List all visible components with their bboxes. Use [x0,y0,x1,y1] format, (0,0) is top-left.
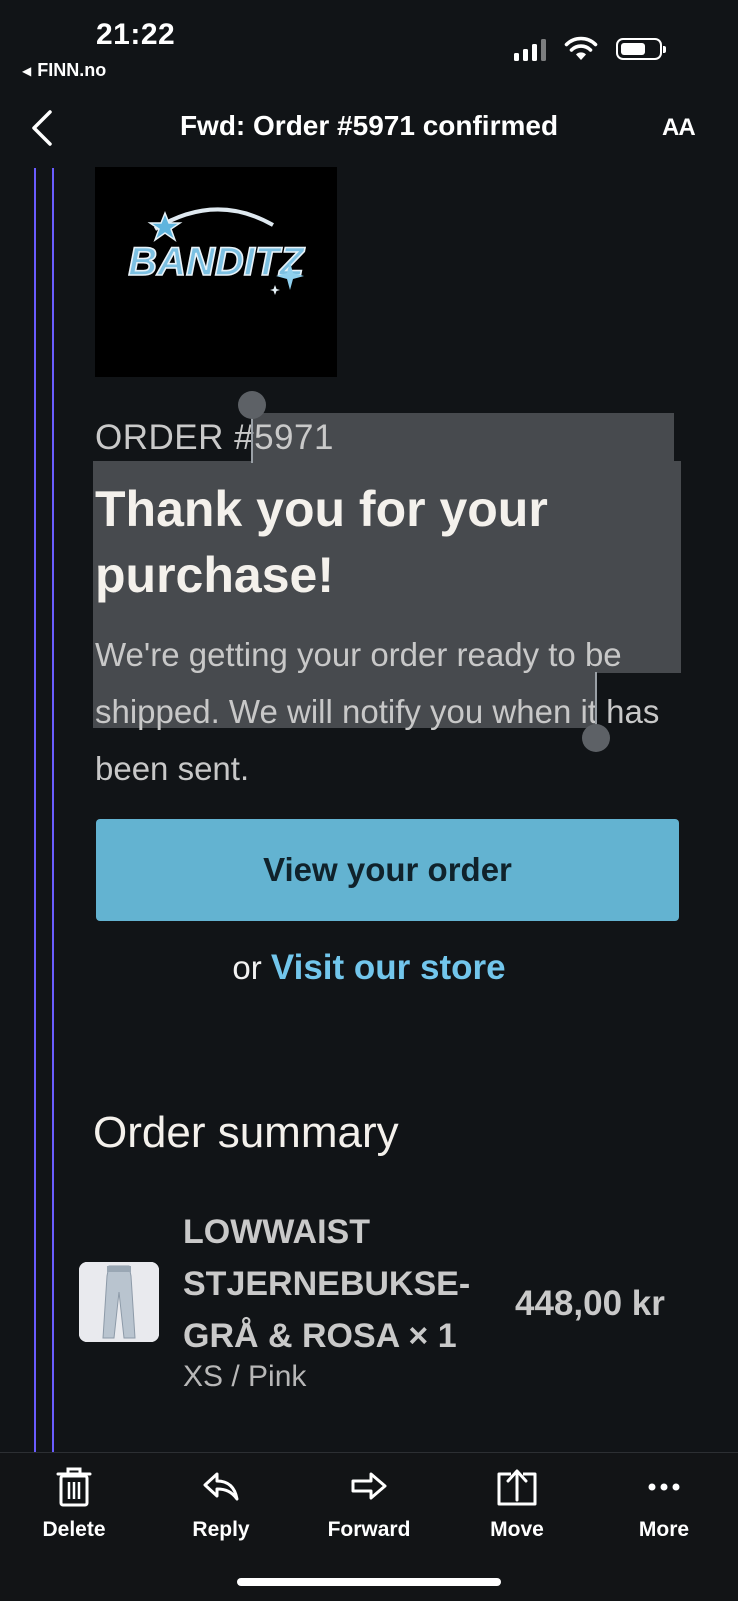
product-thumbnail[interactable] [79,1262,159,1342]
status-icons [514,36,666,62]
reply-label: Reply [192,1518,250,1541]
move-button[interactable]: Move [457,1466,577,1542]
back-triangle-icon: ◀ [22,63,32,78]
forward-button[interactable]: Forward [309,1466,429,1542]
forward-label: Forward [327,1518,411,1541]
forward-quote-line [34,168,36,1454]
visit-store-link[interactable]: Visit our store [271,948,506,987]
cellular-signal-icon [514,37,546,61]
back-to-app-link[interactable]: ◀ FINN.no [22,60,106,81]
selection-end-handle[interactable] [582,724,610,752]
view-order-button[interactable]: View your order [96,819,679,921]
email-subject-title: Fwd: Order #5971 confirmed [179,110,559,141]
back-app-label: FINN.no [37,60,107,80]
reply-arrow-icon [203,1472,239,1501]
forward-arrow-icon [351,1472,387,1500]
forward-quote-line [52,168,54,1454]
more-dots-icon [648,1483,680,1491]
order-status-message: We're getting your order ready to be shi… [95,636,660,787]
text-size-button[interactable]: AA [662,114,696,142]
trash-icon [56,1467,92,1507]
delete-button[interactable]: Delete [14,1466,134,1542]
svg-text:BANDITZ: BANDITZ [128,240,305,284]
order-number-label: ORDER #5971 [95,418,334,457]
wifi-icon [564,36,598,60]
selection-start-handle[interactable] [238,391,266,419]
or-text: or [232,949,262,986]
home-indicator[interactable] [237,1578,501,1586]
more-label: More [638,1518,690,1541]
brand-logo: BANDITZ [95,167,337,377]
item-variant: XS / Pink [183,1360,307,1393]
selection-end-caret[interactable] [595,672,597,730]
order-summary-title: Order summary [93,1108,399,1157]
item-price: 448,00 kr [515,1284,665,1323]
move-to-folder-icon [497,1469,537,1506]
delete-label: Delete [42,1518,106,1541]
item-name: LOWWAIST STJERNEBUKSE-GRÅ & ROSA × 1 [183,1213,471,1355]
status-time: 21:22 [96,18,176,51]
move-label: Move [490,1518,544,1541]
battery-icon [616,38,666,60]
visit-store-line: or Visit our store [0,948,738,988]
reply-button[interactable]: Reply [161,1466,281,1542]
more-button[interactable]: More [604,1466,724,1542]
thank-you-heading: Thank you for your purchase! [95,481,548,603]
